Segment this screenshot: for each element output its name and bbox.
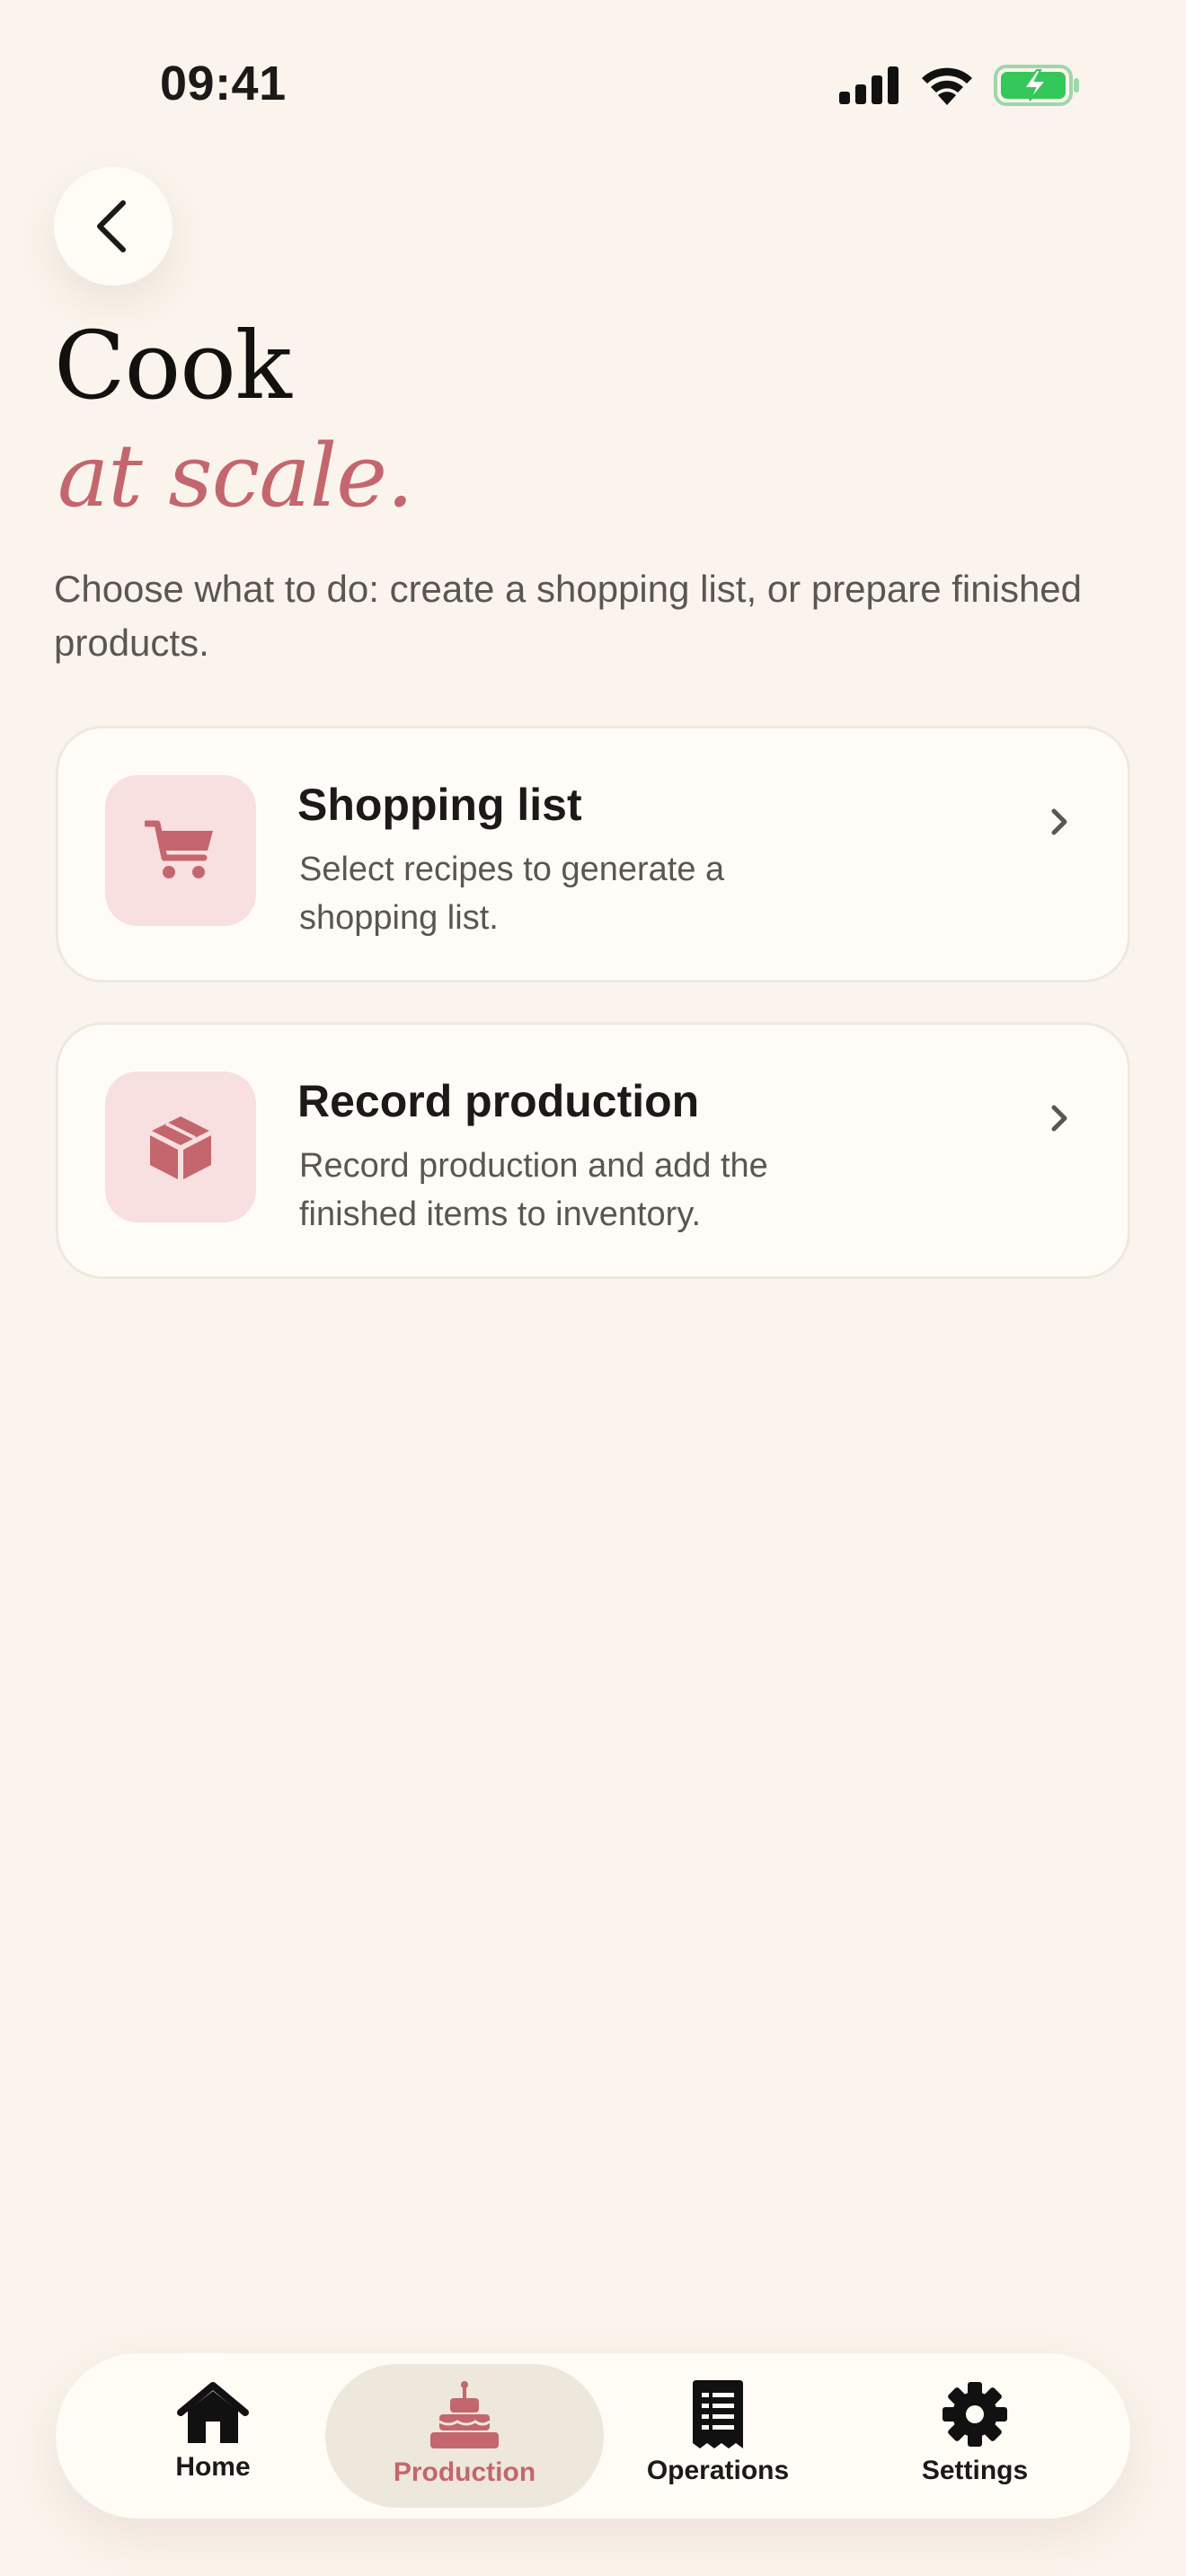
tab-label: Settings <box>921 2456 1029 2485</box>
box-icon <box>150 1116 211 1179</box>
tab-production[interactable]: Production <box>325 2364 604 2508</box>
record-production-icon-tile <box>105 1072 256 1222</box>
tab-label: Operations <box>646 2456 790 2485</box>
chevron-right-icon <box>1051 808 1067 835</box>
card-title: Shopping list <box>297 780 582 830</box>
cake-icon <box>430 2381 499 2448</box>
battery-charging-icon <box>994 65 1079 106</box>
record-production-card[interactable]: Record production Record production and … <box>56 1022 1130 1279</box>
back-button[interactable] <box>54 167 173 286</box>
receipt-icon <box>693 2380 743 2448</box>
tab-settings[interactable]: Settings <box>836 2364 1114 2508</box>
wifi-icon <box>922 67 972 105</box>
card-description: Record production and add the finished i… <box>299 1147 768 1233</box>
status-time: 09:41 <box>160 57 287 110</box>
card-description: Select recipes to generate a shopping li… <box>299 851 725 937</box>
tab-bar: Home Production Operations Settings <box>56 2353 1130 2519</box>
status-icons <box>839 65 1080 106</box>
home-icon <box>177 2382 249 2443</box>
tab-operations[interactable]: Operations <box>579 2364 857 2508</box>
chevron-right-icon <box>1051 1105 1067 1132</box>
chevron-left-icon <box>97 200 126 252</box>
cellular-signal-icon <box>839 66 898 104</box>
page-subtitle: Choose what to do: create a shopping lis… <box>54 568 1083 664</box>
tab-label: Production <box>393 2457 536 2487</box>
cart-icon <box>145 820 213 878</box>
shopping-list-card[interactable]: Shopping list Select recipes to generate… <box>56 726 1130 983</box>
page-title-accent: at scale. <box>58 426 414 526</box>
card-title: Record production <box>297 1076 700 1126</box>
tab-home[interactable]: Home <box>74 2364 352 2508</box>
gear-icon <box>943 2382 1007 2447</box>
page-title: Cook <box>54 311 292 420</box>
shopping-list-icon-tile <box>105 775 256 926</box>
cook-screen: 09:41 Cook at scale. Choose what to do: … <box>0 0 1186 2576</box>
tab-label: Home <box>175 2452 251 2482</box>
